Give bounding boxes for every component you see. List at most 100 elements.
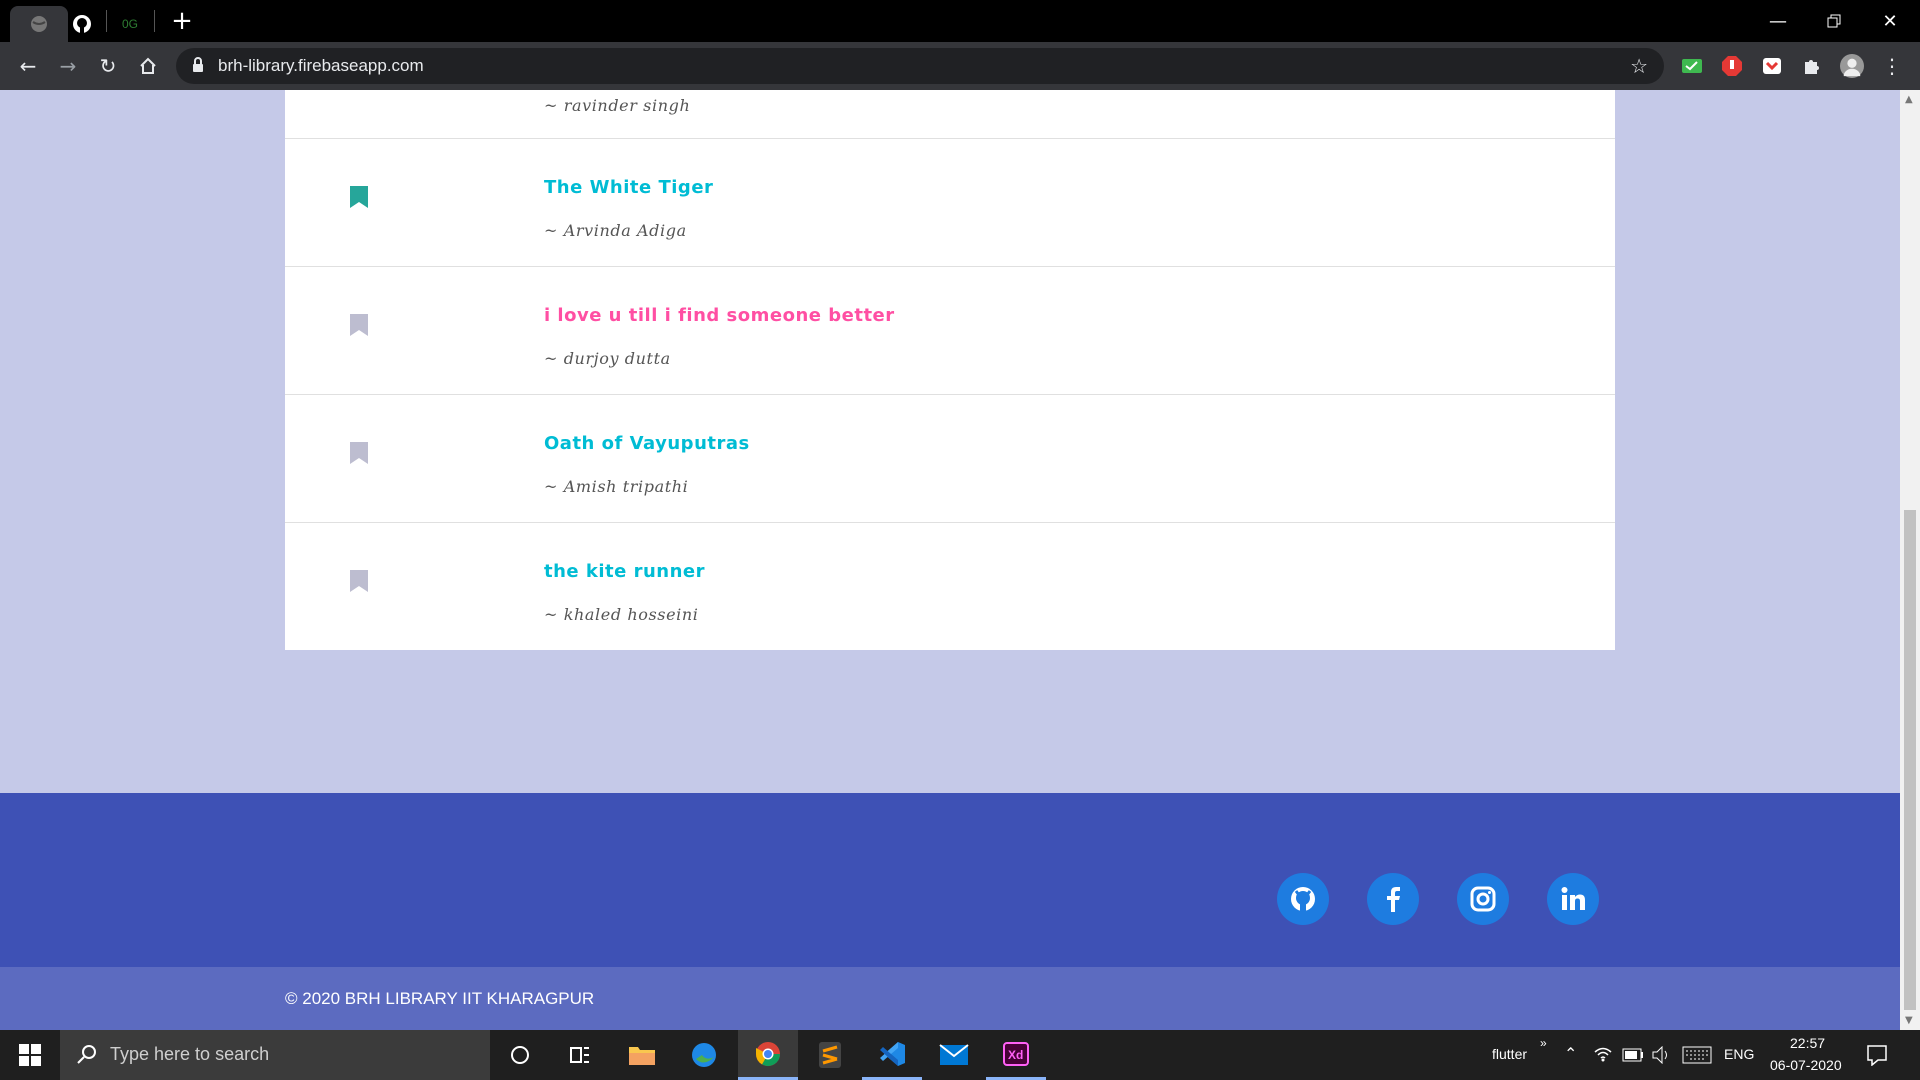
book-author: ~ khaled hosseini: [544, 605, 699, 624]
book-row[interactable]: i love u till i find someone better ~ du…: [285, 266, 1615, 394]
taskbar-vscode[interactable]: [862, 1030, 922, 1080]
instagram-link[interactable]: [1457, 873, 1509, 925]
bookmark-star-icon[interactable]: ☆: [1630, 54, 1648, 78]
new-tab-button[interactable]: +: [168, 7, 196, 35]
page-scrollbar[interactable]: ▲ ▼: [1900, 90, 1920, 1030]
book-title[interactable]: the kite runner: [544, 561, 705, 582]
taskbar-mail[interactable]: [924, 1030, 984, 1080]
github-link[interactable]: [1277, 873, 1329, 925]
cortana-button[interactable]: [490, 1030, 550, 1080]
taskbar-adobe-xd[interactable]: Xd: [986, 1030, 1046, 1080]
windows-taskbar: Type here to search Xd flutter » ⌃ ENG 2…: [0, 1030, 1920, 1080]
task-view-icon: [570, 1047, 589, 1063]
book-row[interactable]: ~ ravinder singh: [285, 90, 1615, 138]
tray-flutter-label[interactable]: flutter: [1492, 1046, 1527, 1062]
book-list: ~ ravinder singh The White Tiger ~ Arvin…: [285, 90, 1615, 650]
reload-button[interactable]: ↻: [92, 50, 124, 82]
copyright-text: © 2020 BRH LIBRARY IIT KHARAGPUR: [285, 989, 595, 1008]
scrollbar-thumb[interactable]: [1904, 510, 1916, 1010]
lock-icon: [193, 57, 203, 72]
chrome-icon: [756, 1041, 780, 1066]
profile-avatar[interactable]: [1840, 54, 1864, 78]
keyboard-icon[interactable]: [1682, 1046, 1712, 1064]
tab-separator: [106, 10, 107, 32]
language-indicator[interactable]: ENG: [1724, 1046, 1754, 1062]
book-author: ~ durjoy dutta: [544, 349, 671, 368]
facebook-link[interactable]: [1367, 873, 1419, 925]
sublime-text-icon: [819, 1042, 841, 1068]
clock-time[interactable]: 22:57: [1790, 1035, 1825, 1051]
start-button[interactable]: [10, 1040, 50, 1070]
github-icon: [1291, 887, 1315, 911]
taskbar-edge[interactable]: [674, 1030, 734, 1080]
home-button[interactable]: [132, 50, 164, 82]
home-icon: [140, 57, 156, 74]
taskbar-sublime-text[interactable]: [800, 1030, 860, 1080]
edge-browser-icon: [692, 1043, 716, 1067]
vscode-icon: [880, 1041, 905, 1066]
svg-text:Xd: Xd: [1008, 1048, 1023, 1062]
copyright-bar: © 2020 BRH LIBRARY IIT KHARAGPUR: [0, 967, 1900, 1030]
clock-date[interactable]: 06-07-2020: [1770, 1057, 1842, 1073]
forward-button[interactable]: →: [52, 50, 84, 82]
book-title[interactable]: The White Tiger: [544, 177, 713, 198]
facebook-icon: [1387, 887, 1400, 912]
pocket-extension-icon[interactable]: [1760, 54, 1784, 78]
linkedin-icon: [1561, 887, 1585, 910]
extensions-puzzle-icon[interactable]: [1800, 54, 1824, 78]
browser-menu-icon[interactable]: ⋮: [1880, 54, 1904, 78]
instagram-icon: [1470, 886, 1496, 912]
book-title[interactable]: Oath of Vayuputras: [544, 433, 750, 454]
book-row[interactable]: Oath of Vayuputras ~ Amish tripathi: [285, 394, 1615, 522]
book-author: ~ ravinder singh: [544, 96, 691, 115]
footer: [0, 793, 1900, 967]
mail-extension-icon[interactable]: [1680, 54, 1704, 78]
restore-icon: [1827, 14, 1841, 28]
notifications-icon[interactable]: [1866, 1044, 1888, 1066]
tab-brh-library[interactable]: [10, 6, 68, 42]
tab-github[interactable]: [68, 6, 96, 42]
scroll-up-arrow-icon[interactable]: ▲: [1905, 94, 1913, 105]
taskbar-chrome[interactable]: [738, 1030, 798, 1080]
tray-overflow-chevrons-icon[interactable]: »: [1540, 1036, 1547, 1050]
linkedin-link[interactable]: [1547, 873, 1599, 925]
og-tab-label: 0G: [121, 17, 138, 31]
wifi-icon[interactable]: [1594, 1046, 1612, 1062]
battery-icon[interactable]: [1622, 1048, 1644, 1062]
taskbar-search-box[interactable]: Type here to search: [60, 1030, 490, 1080]
bookmark-icon[interactable]: [349, 185, 369, 209]
adobe-xd-icon: Xd: [1003, 1041, 1029, 1066]
address-bar[interactable]: brh-library.firebaseapp.com ☆: [176, 48, 1664, 84]
tray-expand-icon[interactable]: ⌃: [1564, 1044, 1577, 1064]
close-window-button[interactable]: ✕: [1862, 0, 1918, 42]
scroll-down-arrow-icon[interactable]: ▼: [1905, 1015, 1913, 1026]
url-text: brh-library.firebaseapp.com: [218, 56, 424, 75]
folder-icon: [629, 1047, 655, 1065]
minimize-button[interactable]: —: [1750, 0, 1806, 42]
book-row[interactable]: the kite runner ~ khaled hosseini: [285, 522, 1615, 650]
browser-tabbar: 0G + — ✕: [0, 0, 1920, 42]
task-view-button[interactable]: [550, 1030, 610, 1080]
bookmark-icon[interactable]: [349, 313, 369, 337]
bookmark-icon[interactable]: [349, 441, 369, 465]
search-placeholder: Type here to search: [110, 1044, 270, 1064]
cortana-icon: [511, 1046, 529, 1064]
page-content: ~ ravinder singh The White Tiger ~ Arvin…: [0, 90, 1900, 1030]
github-icon: [73, 15, 91, 33]
book-author: ~ Amish tripathi: [544, 477, 689, 496]
book-row[interactable]: The White Tiger ~ Arvinda Adiga: [285, 138, 1615, 266]
volume-icon[interactable]: [1652, 1046, 1672, 1064]
globe-icon: [31, 16, 47, 32]
back-button[interactable]: ←: [12, 50, 44, 82]
tab-og[interactable]: 0G: [116, 6, 144, 42]
book-author: ~ Arvinda Adiga: [544, 221, 687, 240]
bookmark-icon[interactable]: [349, 569, 369, 593]
restore-button[interactable]: [1806, 0, 1862, 42]
book-title[interactable]: i love u till i find someone better: [544, 305, 895, 326]
search-icon: [77, 1045, 96, 1064]
browser-toolbar: ← → ↻ brh-library.firebaseapp.com ☆ ⋮: [0, 42, 1920, 90]
taskbar-file-explorer[interactable]: [612, 1030, 672, 1080]
tab-separator: [154, 10, 155, 32]
mail-icon: [939, 1044, 969, 1065]
adblock-extension-icon[interactable]: [1720, 54, 1744, 78]
